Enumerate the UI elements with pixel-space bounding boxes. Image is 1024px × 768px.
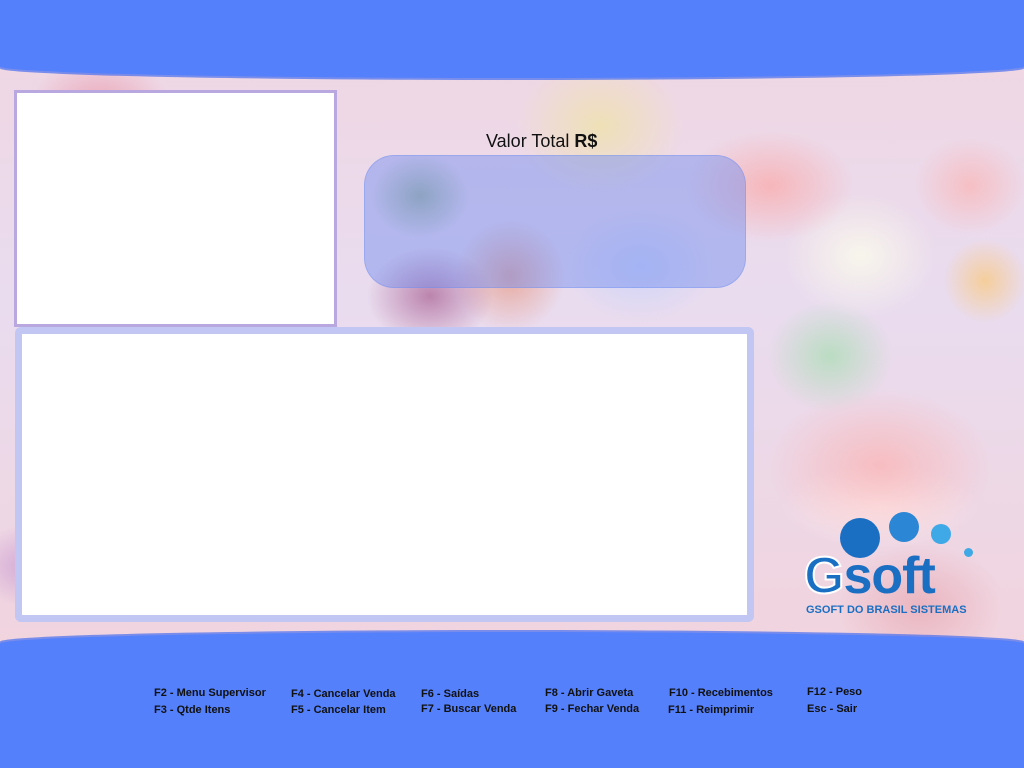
logo-g-letter: G bbox=[803, 547, 845, 605]
shortcut-f2-menu-supervisor[interactable]: F2 - Menu Supervisor bbox=[154, 687, 266, 699]
shortcut-f11-reimprimir[interactable]: F11 - Reimprimir bbox=[668, 704, 754, 716]
sale-items-list[interactable] bbox=[15, 327, 754, 622]
logo-dot-tiny-icon bbox=[964, 548, 973, 557]
logo-caption: GSOFT DO BRASIL SISTEMAS bbox=[806, 604, 967, 616]
logo-wordmark: Gsoft bbox=[803, 547, 936, 605]
total-value-display bbox=[364, 155, 746, 288]
total-label: Valor Total R$ bbox=[486, 131, 597, 152]
shortcut-f5-cancelar-item[interactable]: F5 - Cancelar Item bbox=[291, 704, 386, 716]
logo-dot-small-icon bbox=[931, 524, 951, 544]
shortcut-f3-qtde-itens[interactable]: F3 - Qtde Itens bbox=[154, 704, 230, 716]
shortcut-f8-abrir-gaveta[interactable]: F8 - Abrir Gaveta bbox=[545, 687, 633, 699]
shortcut-f4-cancelar-venda[interactable]: F4 - Cancelar Venda bbox=[291, 688, 396, 700]
shortcut-f7-buscar-venda[interactable]: F7 - Buscar Venda bbox=[421, 703, 516, 715]
gsoft-logo: Gsoft GSOFT DO BRASIL SISTEMAS bbox=[798, 510, 983, 620]
top-header-band bbox=[0, 0, 1024, 78]
shortcut-f6-saidas[interactable]: F6 - Saídas bbox=[421, 688, 479, 700]
shortcut-f10-recebimentos[interactable]: F10 - Recebimentos bbox=[669, 687, 773, 699]
total-label-text: Valor Total bbox=[486, 131, 570, 151]
logo-dot-medium-icon bbox=[889, 512, 919, 542]
logo-soft-text: soft bbox=[843, 547, 935, 605]
total-currency: R$ bbox=[574, 131, 598, 151]
shortcut-f9-fechar-venda[interactable]: F9 - Fechar Venda bbox=[545, 703, 639, 715]
shortcut-esc-sair[interactable]: Esc - Sair bbox=[807, 703, 857, 715]
shortcut-f12-peso[interactable]: F12 - Peso bbox=[807, 686, 862, 698]
function-key-shortcuts: F2 - Menu Supervisor F3 - Qtde Itens F4 … bbox=[0, 686, 1024, 726]
product-image-panel bbox=[14, 90, 337, 327]
